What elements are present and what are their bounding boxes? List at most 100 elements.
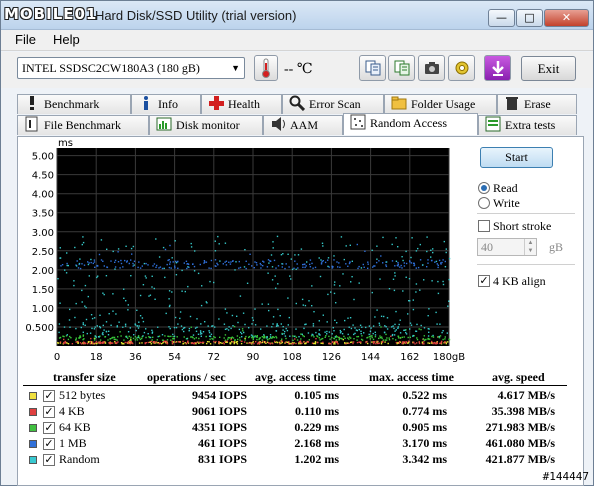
data-point bbox=[242, 312, 245, 314]
data-point bbox=[147, 341, 149, 344]
data-point bbox=[114, 259, 117, 262]
tab-random-access[interactable]: Random Access bbox=[343, 113, 478, 135]
data-point bbox=[224, 334, 227, 336]
data-point bbox=[99, 342, 102, 344]
data-point bbox=[383, 331, 386, 334]
data-point bbox=[287, 297, 289, 299]
data-point bbox=[264, 341, 267, 343]
read-radio[interactable] bbox=[478, 182, 490, 194]
data-point bbox=[94, 337, 96, 340]
data-point bbox=[392, 325, 394, 327]
data-point bbox=[196, 341, 198, 344]
ops-cell: 9454 IOPS bbox=[191, 388, 247, 402]
data-point bbox=[279, 315, 281, 317]
data-point bbox=[104, 342, 107, 344]
data-point bbox=[367, 261, 369, 263]
data-point bbox=[164, 276, 166, 279]
data-point bbox=[288, 341, 290, 343]
data-point bbox=[350, 327, 353, 330]
data-point bbox=[223, 337, 225, 339]
short-stroke-label: Short stroke bbox=[493, 219, 552, 233]
data-point bbox=[231, 336, 233, 338]
series-checkbox[interactable]: ✓ bbox=[43, 406, 55, 418]
short-stroke-checkbox[interactable] bbox=[478, 220, 490, 232]
max-access-cell: 0.774 ms bbox=[402, 404, 447, 418]
data-point bbox=[114, 266, 117, 268]
data-point bbox=[209, 280, 211, 283]
data-point bbox=[175, 260, 177, 263]
data-point bbox=[319, 275, 322, 278]
data-point bbox=[130, 275, 132, 277]
data-point bbox=[295, 268, 297, 270]
data-point bbox=[168, 298, 170, 300]
data-point bbox=[376, 258, 378, 260]
data-point bbox=[302, 335, 304, 337]
table-row: ✓ Random 831 IOPS 1.202 ms 3.342 ms 421.877 M… bbox=[23, 452, 567, 468]
series-checkbox[interactable]: ✓ bbox=[43, 390, 55, 402]
data-point bbox=[318, 320, 320, 322]
tab-label: Random Access bbox=[370, 116, 447, 130]
data-point bbox=[394, 330, 396, 332]
data-point bbox=[371, 335, 373, 337]
data-point bbox=[166, 339, 169, 341]
data-point bbox=[130, 247, 133, 250]
data-point bbox=[308, 300, 310, 302]
data-point bbox=[82, 241, 85, 244]
align-4kb-checkbox[interactable]: ✓ bbox=[478, 275, 490, 287]
data-point bbox=[80, 326, 82, 329]
data-point bbox=[245, 335, 247, 338]
data-point bbox=[123, 339, 125, 341]
data-point bbox=[79, 258, 81, 260]
write-radio[interactable] bbox=[478, 197, 490, 209]
data-point bbox=[403, 336, 405, 338]
data-point bbox=[96, 325, 98, 327]
data-point bbox=[129, 327, 131, 329]
data-point bbox=[130, 339, 132, 341]
data-point bbox=[405, 250, 407, 253]
data-point bbox=[200, 304, 203, 307]
data-point bbox=[246, 342, 248, 344]
short-stroke-spinner[interactable]: 40 ▲ ▼ bbox=[477, 238, 537, 256]
data-point bbox=[305, 265, 307, 267]
data-point bbox=[145, 342, 147, 344]
data-point bbox=[75, 339, 77, 341]
data-point bbox=[240, 340, 242, 342]
data-point bbox=[388, 288, 391, 290]
data-point bbox=[415, 330, 417, 332]
data-point bbox=[202, 331, 205, 333]
data-point bbox=[235, 261, 237, 263]
data-point bbox=[447, 341, 449, 343]
data-point bbox=[374, 331, 376, 333]
spinner-arrows-icon[interactable]: ▲ ▼ bbox=[524, 239, 536, 255]
start-button[interactable]: Start bbox=[480, 147, 553, 168]
data-point bbox=[256, 335, 258, 337]
data-point bbox=[428, 342, 431, 344]
data-point bbox=[280, 323, 282, 325]
data-point bbox=[416, 342, 418, 344]
data-point bbox=[161, 339, 164, 341]
data-point bbox=[354, 332, 356, 335]
data-point bbox=[153, 287, 155, 290]
data-point bbox=[205, 335, 207, 338]
data-point bbox=[180, 325, 183, 327]
data-point bbox=[309, 266, 312, 268]
series-checkbox[interactable]: ✓ bbox=[43, 438, 55, 450]
data-point bbox=[118, 321, 120, 323]
data-point bbox=[127, 331, 130, 333]
data-point bbox=[295, 328, 297, 330]
series-checkbox[interactable]: ✓ bbox=[43, 454, 55, 466]
data-point bbox=[426, 236, 428, 238]
data-point bbox=[66, 264, 68, 267]
data-point bbox=[224, 242, 227, 244]
data-point bbox=[139, 267, 142, 269]
series-checkbox[interactable]: ✓ bbox=[43, 422, 55, 434]
data-point bbox=[79, 267, 82, 270]
data-point bbox=[385, 264, 387, 266]
x-tick-label: 162 bbox=[400, 352, 419, 363]
data-point bbox=[158, 335, 161, 337]
data-point bbox=[318, 329, 321, 331]
data-point bbox=[442, 330, 444, 332]
data-point bbox=[298, 341, 301, 343]
data-point bbox=[334, 281, 336, 283]
data-point bbox=[423, 327, 426, 329]
